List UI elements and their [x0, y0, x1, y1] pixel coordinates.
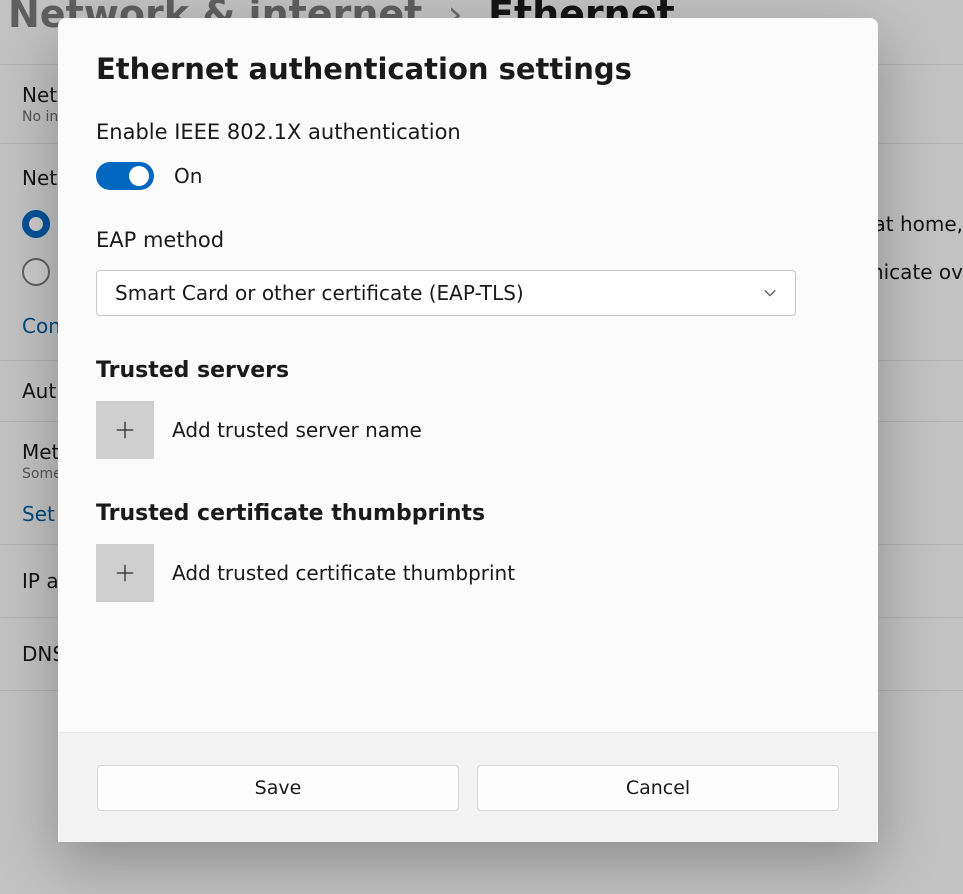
dialog-footer: Save Cancel [58, 732, 878, 842]
add-trusted-server-label: Add trusted server name [172, 418, 422, 442]
plus-icon [114, 419, 136, 441]
eap-method-label: EAP method [96, 228, 840, 252]
plus-icon [114, 562, 136, 584]
toggle-state-text: On [174, 164, 202, 188]
cancel-button[interactable]: Cancel [477, 765, 839, 811]
thumbprints-heading: Trusted certificate thumbprints [96, 501, 840, 526]
add-thumbprint-label: Add trusted certificate thumbprint [172, 561, 515, 585]
dialog-title: Ethernet authentication settings [96, 52, 840, 86]
enable-8021x-toggle[interactable] [96, 162, 154, 190]
eap-method-select[interactable]: Smart Card or other certificate (EAP-TLS… [96, 270, 796, 316]
add-thumbprint-button[interactable] [96, 544, 154, 602]
save-button[interactable]: Save [97, 765, 459, 811]
toggle-knob [129, 166, 149, 186]
chevron-down-icon [763, 281, 777, 305]
ethernet-auth-dialog: Ethernet authentication settings Enable … [58, 18, 878, 842]
eap-method-value: Smart Card or other certificate (EAP-TLS… [115, 281, 524, 305]
trusted-servers-heading: Trusted servers [96, 358, 840, 383]
enable-8021x-label: Enable IEEE 802.1X authentication [96, 120, 840, 144]
add-trusted-server-button[interactable] [96, 401, 154, 459]
